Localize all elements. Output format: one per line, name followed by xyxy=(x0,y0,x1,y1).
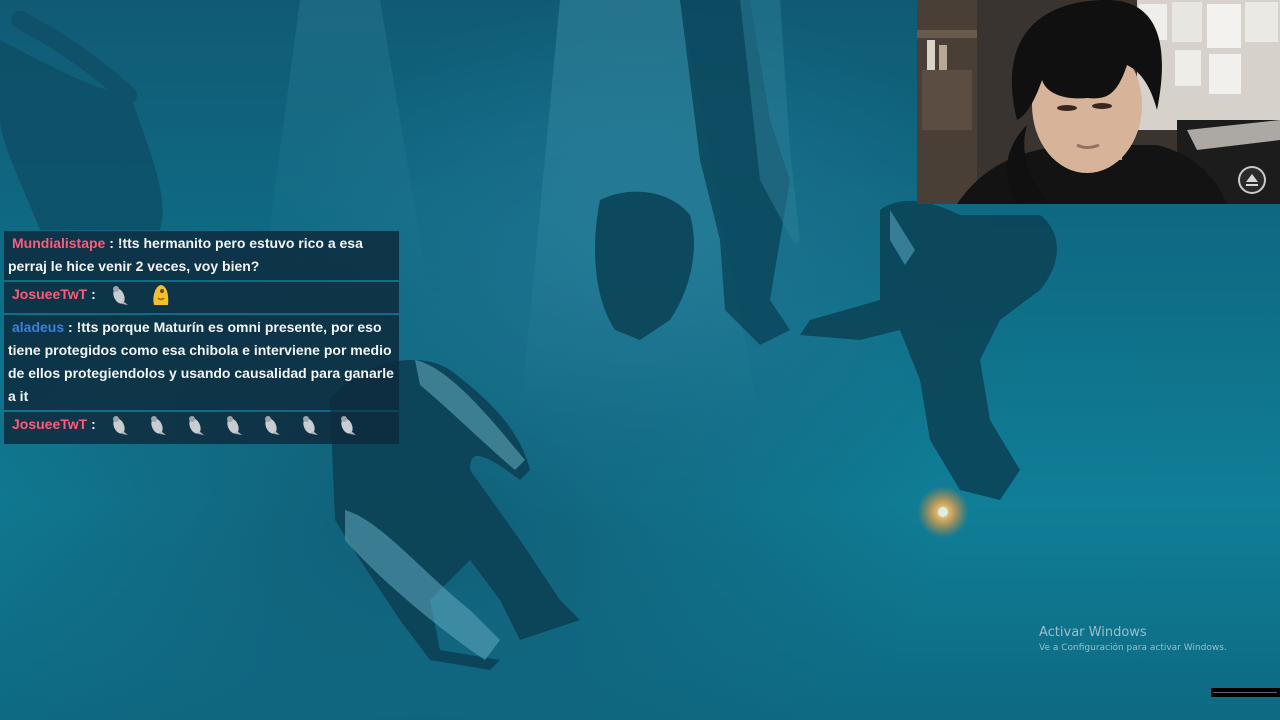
chat-username: aladeus xyxy=(12,319,65,335)
chat-separator: : xyxy=(64,319,77,335)
penguin-emote xyxy=(221,413,245,437)
eject-icon[interactable] xyxy=(1238,166,1266,194)
chat-message: JosueeTwT : xyxy=(4,412,399,444)
streamer-face xyxy=(917,0,1280,204)
chat-message: aladeus : !tts porque Maturín es omni pr… xyxy=(4,315,399,410)
chat-message: JosueeTwT : xyxy=(4,282,399,313)
yellow-blob-emote xyxy=(149,283,173,307)
webcam-overlay xyxy=(917,0,1280,204)
penguin-emote xyxy=(107,413,131,437)
chat-username: JosueeTwT xyxy=(12,286,88,302)
chat-username: JosueeTwT xyxy=(12,416,88,432)
chat-separator: : xyxy=(105,235,118,251)
activation-subtitle: Ve a Configuración para activar Windows. xyxy=(1039,643,1227,653)
penguin-emote xyxy=(297,413,321,437)
chat-separator: : xyxy=(87,286,100,302)
taskbar-fragment xyxy=(1211,688,1280,697)
chat-separator: : xyxy=(87,416,100,432)
activation-title: Activar Windows xyxy=(1039,625,1147,640)
chat-username: Mundialistape xyxy=(12,235,106,251)
penguin-emote xyxy=(259,413,283,437)
chat-overlay: Mundialistape : !tts hermanito pero estu… xyxy=(4,231,399,446)
penguin-emote xyxy=(107,283,131,307)
penguin-emote xyxy=(183,413,207,437)
penguin-emote xyxy=(335,413,359,437)
penguin-emote xyxy=(145,413,169,437)
windows-activation-watermark: Activar Windows Ve a Configuración para … xyxy=(1039,624,1227,655)
chat-message: Mundialistape : !tts hermanito pero estu… xyxy=(4,231,399,280)
